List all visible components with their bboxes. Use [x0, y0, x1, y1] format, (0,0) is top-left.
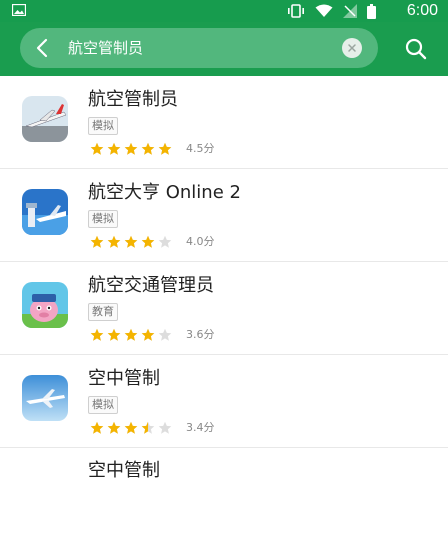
clear-x-icon: [348, 44, 356, 52]
list-item-partial[interactable]: 空中管制: [0, 448, 448, 540]
rating-score: 3.4分: [186, 421, 215, 434]
category-tag: 模拟: [88, 117, 118, 135]
star-filled-icon: [107, 142, 121, 155]
status-time: 6:00: [406, 2, 438, 19]
star-filled-icon: [107, 235, 121, 248]
star-filled-icon: [90, 421, 104, 434]
category-tag: 模拟: [88, 396, 118, 414]
search-box[interactable]: 航空管制员: [20, 28, 378, 68]
search-icon[interactable]: [404, 37, 428, 61]
star-rating: [90, 421, 172, 435]
app-name: 航空交通管理员: [88, 275, 214, 296]
status-bar: 6:00: [0, 0, 448, 22]
star-rating: [90, 235, 172, 249]
app-icon-airplane: [22, 96, 68, 142]
star-empty-icon: [158, 421, 172, 434]
clear-search-button[interactable]: [342, 38, 362, 58]
star-filled-icon: [158, 142, 172, 155]
star-filled-icon: [124, 328, 138, 341]
star-filled-icon: [90, 235, 104, 248]
star-filled-icon: [90, 142, 104, 155]
app-name: 空中管制: [88, 460, 160, 481]
star-empty-icon: [158, 235, 172, 248]
list-item[interactable]: 航空大亨 Online 2 模拟 4.0分: [0, 169, 448, 262]
rating-score: 4.0分: [186, 235, 215, 248]
star-rating: [90, 328, 172, 342]
battery-icon: [367, 3, 376, 19]
list-item[interactable]: 航空管制员 模拟 4.5分: [0, 76, 448, 169]
star-half-icon: [141, 421, 155, 434]
category-tag: 教育: [88, 303, 118, 321]
star-filled-icon: [124, 142, 138, 155]
rating-score: 4.5分: [186, 142, 215, 155]
star-empty-icon: [158, 328, 172, 341]
star-filled-icon: [107, 421, 121, 434]
app-name: 航空大亨 Online 2: [88, 182, 241, 203]
star-rating: [90, 142, 172, 156]
vibrate-icon: [288, 4, 304, 18]
category-tag: 模拟: [88, 210, 118, 228]
search-results-list: 航空管制员 模拟 4.5分 航空大亨 Online 2 模拟 4.0分 航空交通…: [0, 76, 448, 540]
list-item[interactable]: 航空交通管理员 教育 3.6分: [0, 262, 448, 355]
rating-score: 3.6分: [186, 328, 215, 341]
star-filled-icon: [107, 328, 121, 341]
app-name: 空中管制: [88, 368, 160, 389]
app-icon-jet-sky: [22, 375, 68, 421]
app-name: 航空管制员: [88, 89, 178, 110]
image-icon: [12, 4, 26, 16]
star-filled-icon: [141, 328, 155, 341]
star-filled-icon: [141, 235, 155, 248]
chevron-left-icon[interactable]: [32, 37, 54, 59]
app-icon-hippo-airport: [22, 282, 68, 328]
star-filled-icon: [124, 421, 138, 434]
status-icons: [287, 3, 376, 19]
search-input[interactable]: 航空管制员: [68, 37, 143, 59]
signal-off-icon: [343, 4, 357, 18]
app-bar: 航空管制员: [0, 22, 448, 76]
app-icon-airport-tycoon: [22, 189, 68, 235]
star-filled-icon: [141, 142, 155, 155]
list-item[interactable]: 空中管制 模拟 3.4分: [0, 355, 448, 448]
star-filled-icon: [124, 235, 138, 248]
star-filled-icon: [90, 328, 104, 341]
wifi-icon: [315, 4, 333, 17]
